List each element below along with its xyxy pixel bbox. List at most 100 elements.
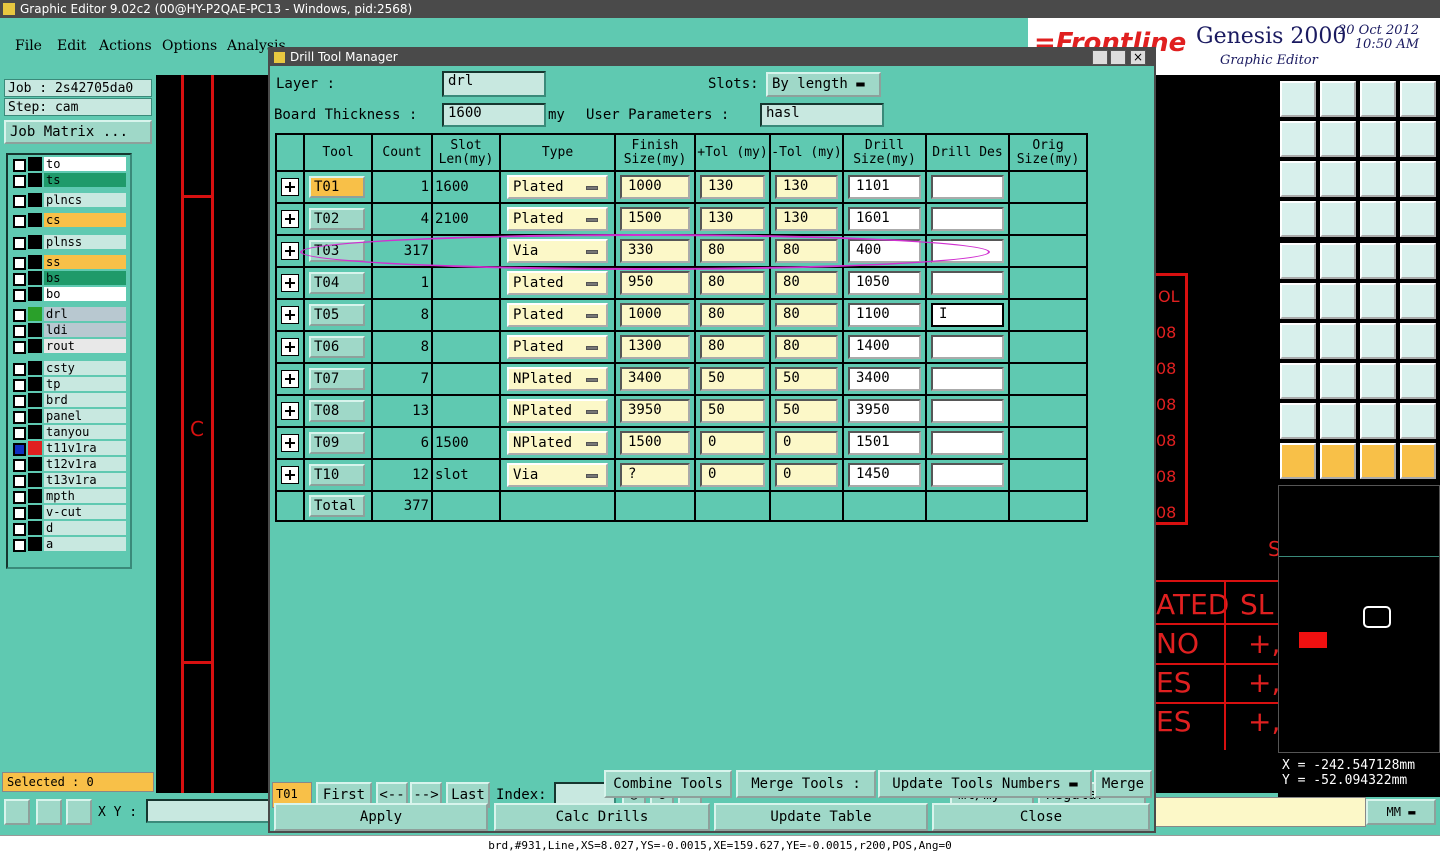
grid-view-icon[interactable] [1320,201,1356,237]
ruler-icon[interactable] [1360,243,1396,279]
combine-tools-button[interactable]: Combine Tools [604,770,732,798]
type-select[interactable]: NPlated [507,367,608,391]
type-select[interactable]: NPlated [507,399,608,423]
drill-des-input[interactable] [931,271,1004,295]
layers-alt-icon[interactable] [1400,201,1436,237]
job-matrix-button[interactable]: Job Matrix ... [4,120,152,144]
expand-icon[interactable] [281,210,299,228]
type-select[interactable]: Plated [507,175,608,199]
type-select[interactable]: Via [507,463,608,487]
drill-des-input[interactable] [931,431,1004,455]
layer-checkbox[interactable] [13,427,26,440]
tool-name[interactable]: T04 [309,272,365,294]
tool-name[interactable]: T09 [309,432,365,454]
layer-checkbox[interactable] [13,257,26,270]
stack-icon[interactable] [1400,121,1436,157]
tool-name[interactable]: T08 [309,400,365,422]
pointer-box-icon[interactable] [1320,443,1356,479]
finish-size-input[interactable]: 3950 [620,399,690,423]
drill-des-input[interactable] [931,367,1004,391]
expand-icon[interactable] [281,306,299,324]
layer-row-ss[interactable]: ss [10,255,126,270]
command-field[interactable] [1154,797,1366,827]
tool-row[interactable]: T06 8 Plated 1300 80 80 1400 [275,330,1088,364]
arc-icon[interactable] [1360,323,1396,359]
minus-tol-input[interactable]: 0 [775,431,838,455]
plus-tol-input[interactable]: 80 [700,303,765,327]
drill-size-input[interactable]: 1501 [848,431,921,455]
thickness-field[interactable]: 1600 [442,103,546,127]
angle-icon[interactable] [1280,323,1316,359]
layer-row-a[interactable]: a [10,537,126,552]
tool-row[interactable]: T02 4 2100 Plated 1500 130 130 1601 [275,202,1088,236]
finish-size-input[interactable]: 1000 [620,303,690,327]
expand-icon[interactable] [281,402,299,420]
snap-icon[interactable] [4,799,30,825]
tool-row[interactable]: T05 8 Plated 1000 80 80 1100 I [275,298,1088,332]
home-icon[interactable] [1360,81,1396,117]
layer-row-ts[interactable]: ts [10,173,126,188]
expand-icon[interactable] [281,242,299,260]
layer-field[interactable]: drl [442,71,546,97]
expand-icon[interactable] [281,178,299,196]
bar-icon[interactable] [1320,363,1356,399]
dot-icon[interactable] [1400,243,1436,279]
tool-row[interactable]: T04 1 Plated 950 80 80 1050 [275,266,1088,300]
type-select[interactable]: Plated [507,335,608,359]
plus-tol-input[interactable]: 50 [700,367,765,391]
layer-row-ldi[interactable]: ldi [10,323,126,338]
arch-cut-icon[interactable] [1400,403,1436,439]
line-del-icon[interactable] [1400,283,1436,319]
plus-tol-input[interactable]: 130 [700,175,765,199]
tool-name[interactable]: T07 [309,368,365,390]
units-select[interactable]: MM ▬ [1366,799,1436,825]
drill-size-input[interactable]: 1601 [848,207,921,231]
layer-checkbox[interactable] [13,411,26,424]
expand-icon[interactable] [281,434,299,452]
minus-tol-input[interactable]: 80 [775,303,838,327]
layer-row-tanyou[interactable]: tanyou [10,425,126,440]
minus-tol-input[interactable]: 80 [775,271,838,295]
line-add-icon[interactable] [1360,283,1396,319]
type-select[interactable]: Plated [507,303,608,327]
tool-row[interactable]: T10 12 slot Via? 0 0 1450 [275,458,1088,492]
drill-des-input[interactable] [931,399,1004,423]
layer-checkbox[interactable] [13,289,26,302]
tool-row[interactable]: T08 13 NPlated 3950 50 50 3950 [275,394,1088,428]
plus-tol-input[interactable]: 80 [700,271,765,295]
finish-size-input[interactable]: 3400 [620,367,690,391]
layer-checkbox[interactable] [13,309,26,322]
layer-checkbox[interactable] [13,395,26,408]
tool-name[interactable]: T05 [309,304,365,326]
expand-icon[interactable] [281,274,299,292]
calc-drills-button[interactable]: Calc Drills [494,803,710,831]
minus-tol-input[interactable]: 50 [775,399,838,423]
plus-tol-input[interactable]: 0 [700,431,765,455]
plus-tol-input[interactable]: 0 [700,463,765,487]
right-drawing-canvas[interactable]: OL 08 08 08 08 08 08 S ATED SL NO +, ES … [1154,75,1281,793]
layer-checkbox[interactable] [13,491,26,504]
drill-des-input[interactable] [931,463,1004,487]
menu-actions[interactable]: Actions [99,38,152,54]
layer-row-to[interactable]: to [10,157,126,172]
drill-size-input[interactable]: 1050 [848,271,921,295]
finish-size-input[interactable]: 1000 [620,175,690,199]
merge-button[interactable]: Merge [1094,770,1152,798]
split-icon[interactable] [1400,323,1436,359]
slash-icon[interactable] [1320,323,1356,359]
menu-edit[interactable]: Edit [57,38,86,54]
measure-icon[interactable] [36,799,62,825]
update-table-button[interactable]: Update Table [714,803,928,831]
layer-checkbox[interactable] [13,475,26,488]
layer-checkbox[interactable] [13,215,26,228]
xy-input[interactable] [146,799,270,823]
expand-icon[interactable] [281,370,299,388]
layer-row-t11v1ra[interactable]: t11v1ra [10,441,126,456]
minus-tol-input[interactable]: 80 [775,335,838,359]
import-icon[interactable] [1280,121,1316,157]
slots-select[interactable]: By length ▬ [766,72,881,97]
minus-tol-input[interactable]: 130 [775,207,838,231]
layer-row-cs[interactable]: cs [10,213,126,228]
expand-icon[interactable] [281,338,299,356]
menu-file[interactable]: File [15,38,42,54]
